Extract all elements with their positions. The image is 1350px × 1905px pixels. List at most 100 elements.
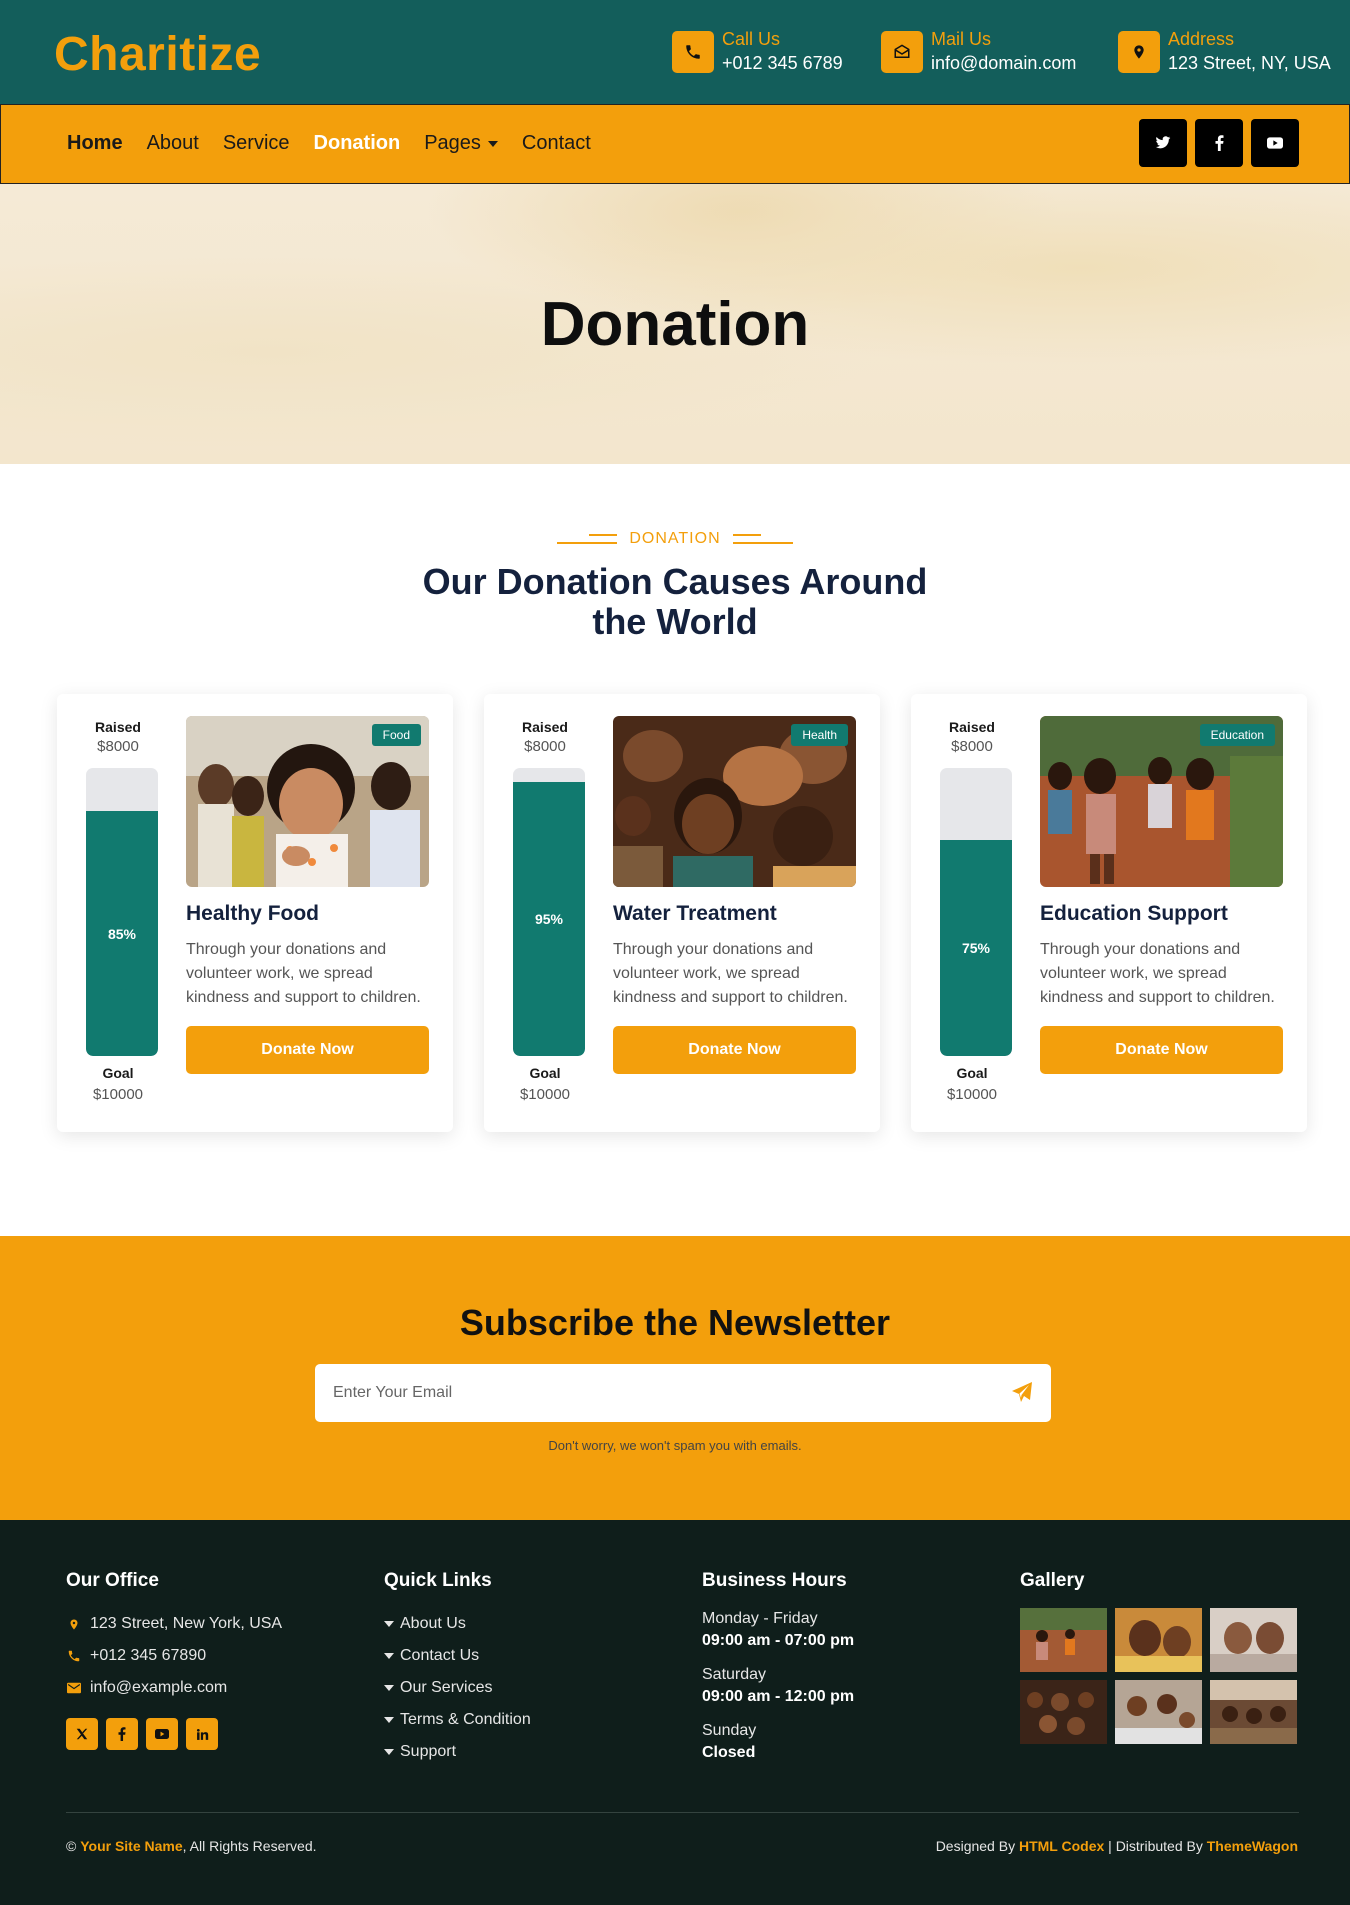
cause-card: Raised $8000 85% Goal $10000 Food Health…: [57, 694, 453, 1132]
nav-pages-dropdown[interactable]: Pages: [424, 132, 498, 155]
email-input[interactable]: [333, 1364, 973, 1422]
hours-time: Closed: [702, 1744, 756, 1761]
quick-link[interactable]: Support: [384, 1736, 531, 1768]
nav-home[interactable]: Home: [67, 132, 123, 155]
progress-fill: 85%: [86, 811, 158, 1056]
phone-icon: [672, 31, 714, 73]
site-logo[interactable]: Charitize: [54, 26, 261, 84]
site-name-link[interactable]: Your Site Name: [80, 1838, 182, 1854]
newsletter-section: Subscribe the Newsletter Don't worry, we…: [0, 1236, 1350, 1520]
quick-link[interactable]: Our Services: [384, 1672, 531, 1704]
page-title: Donation: [540, 290, 810, 359]
html-codex-link[interactable]: HTML Codex: [1019, 1838, 1104, 1854]
goal-label: Goal: [529, 1065, 561, 1081]
quick-link[interactable]: About Us: [384, 1608, 531, 1640]
gallery-image[interactable]: [1020, 1680, 1107, 1744]
main-nav: Home About Service Donation Pages Contac…: [0, 104, 1350, 184]
category-badge[interactable]: Food: [371, 724, 421, 746]
donate-now-button[interactable]: Donate Now: [613, 1026, 856, 1074]
address-value: 123 Street, NY, USA: [1168, 53, 1331, 73]
hours-day: Monday - Friday: [702, 1610, 818, 1627]
quick-link-label: Support: [400, 1743, 457, 1760]
goal-value: $10000: [92, 1086, 144, 1103]
nav-contact[interactable]: Contact: [522, 132, 591, 155]
newsletter-form: [315, 1364, 1051, 1422]
footer-business-hours: Business Hours Monday - Friday 09:00 am …: [702, 1570, 854, 1776]
goal-label: Goal: [102, 1065, 134, 1081]
cause-card: Raised $8000 75% Goal $10000 Education E…: [911, 694, 1307, 1132]
gallery-image[interactable]: [1210, 1608, 1297, 1672]
donate-now-button[interactable]: Donate Now: [1040, 1026, 1283, 1074]
nav-pages-label: Pages: [424, 132, 481, 154]
mail-label: Mail Us: [931, 29, 992, 49]
office-phone[interactable]: +012 345 67890: [90, 1640, 206, 1672]
facebook-icon[interactable]: [1195, 119, 1243, 167]
caret-down-icon: [384, 1685, 394, 1691]
map-pin-icon: [1118, 31, 1160, 73]
cause-card: Raised $8000 95% Goal $10000 Health Wate…: [484, 694, 880, 1132]
section-eyebrow: DONATION: [0, 530, 1350, 548]
quick-link-label: About Us: [400, 1615, 466, 1632]
call-label: Call Us: [722, 29, 781, 49]
caret-down-icon: [384, 1749, 394, 1755]
footer-divider: [66, 1812, 1299, 1813]
x-twitter-icon[interactable]: [66, 1718, 98, 1750]
caret-down-icon: [384, 1621, 394, 1627]
gallery-image[interactable]: [1020, 1608, 1107, 1672]
raised-value: $8000: [97, 738, 139, 755]
chevron-down-icon: [487, 140, 498, 147]
address-label: Address: [1168, 29, 1235, 49]
envelope-icon: [881, 31, 923, 73]
section-title-line2: the World: [592, 601, 758, 642]
footer-heading: Gallery: [1020, 1570, 1085, 1591]
eyebrow-line-right: [732, 534, 793, 544]
site-footer: Our Office 123 Street, New York, USA +01…: [0, 1520, 1350, 1905]
distributed-by-text: | Distributed By: [1108, 1838, 1203, 1854]
gallery-image[interactable]: [1210, 1680, 1297, 1744]
cause-description: Through your donations and volunteer wor…: [1040, 941, 1275, 1006]
cause-photo[interactable]: Education: [1040, 716, 1283, 887]
cause-photo[interactable]: Food: [186, 716, 429, 887]
quick-link[interactable]: Contact Us: [384, 1640, 531, 1672]
linkedin-icon[interactable]: [186, 1718, 218, 1750]
mail-value: info@domain.com: [931, 53, 1077, 73]
contact-mail[interactable]: Mail Us info@domain.com: [881, 28, 1076, 76]
footer-heading: Quick Links: [384, 1570, 492, 1591]
office-email[interactable]: info@example.com: [90, 1672, 227, 1704]
cause-title[interactable]: Education Support: [1040, 902, 1228, 926]
eyebrow-line-left: [557, 534, 618, 544]
twitter-icon[interactable]: [1139, 119, 1187, 167]
cause-photo[interactable]: Health: [613, 716, 856, 887]
contact-call[interactable]: Call Us +012 345 6789: [672, 28, 843, 76]
raised-value: $8000: [951, 738, 993, 755]
nav-service[interactable]: Service: [223, 132, 290, 155]
footer-heading: Our Office: [66, 1570, 159, 1591]
contact-address[interactable]: Address 123 Street, NY, USA: [1118, 28, 1331, 76]
hours-day: Sunday: [702, 1722, 757, 1739]
nav-donation[interactable]: Donation: [314, 132, 401, 155]
top-header: Charitize Call Us +012 345 6789 Mail Us …: [0, 0, 1350, 104]
send-icon[interactable]: [1009, 1380, 1037, 1406]
footer-gallery: Gallery: [1020, 1570, 1297, 1744]
goal-label: Goal: [956, 1065, 988, 1081]
cause-title[interactable]: Healthy Food: [186, 902, 319, 926]
quick-link[interactable]: Terms & Condition: [384, 1704, 531, 1736]
call-value: +012 345 6789: [722, 53, 843, 73]
newsletter-note: Don't worry, we won't spam you with emai…: [548, 1438, 802, 1453]
cause-description: Through your donations and volunteer wor…: [186, 941, 421, 1006]
gallery-image[interactable]: [1115, 1680, 1202, 1744]
cause-title[interactable]: Water Treatment: [613, 902, 777, 926]
raised-label: Raised: [949, 719, 995, 735]
themewagon-link[interactable]: ThemeWagon: [1207, 1838, 1298, 1854]
phone-icon: [66, 1649, 82, 1663]
facebook-icon[interactable]: [106, 1718, 138, 1750]
category-badge[interactable]: Health: [791, 724, 848, 746]
donate-now-button[interactable]: Donate Now: [186, 1026, 429, 1074]
rights-text: , All Rights Reserved.: [182, 1838, 317, 1854]
category-badge[interactable]: Education: [1199, 724, 1275, 746]
goal-value: $10000: [519, 1086, 571, 1103]
youtube-icon[interactable]: [1251, 119, 1299, 167]
gallery-image[interactable]: [1115, 1608, 1202, 1672]
youtube-icon[interactable]: [146, 1718, 178, 1750]
nav-about[interactable]: About: [147, 132, 199, 155]
